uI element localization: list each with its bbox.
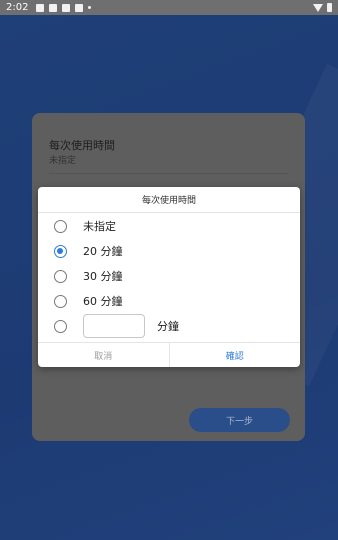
radio-30-min[interactable] <box>54 269 67 283</box>
setting-title[interactable]: 每次使用時間 <box>49 137 115 153</box>
option-20-min[interactable]: 20 分鐘 <box>38 239 300 263</box>
wifi-icon <box>313 3 323 12</box>
radio-20-min[interactable] <box>54 244 67 258</box>
option-custom[interactable]: 分鐘 <box>38 314 300 338</box>
option-label: 20 分鐘 <box>83 245 123 258</box>
next-button[interactable]: 下一步 <box>189 408 290 432</box>
option-30-min[interactable]: 30 分鐘 <box>38 264 300 288</box>
custom-minutes-input[interactable] <box>83 314 145 338</box>
confirm-button[interactable]: 確認 <box>170 343 301 367</box>
custom-unit-label: 分鐘 <box>157 320 179 333</box>
dialog-actions: 取消 確認 <box>38 342 300 367</box>
option-label: 未指定 <box>83 220 116 233</box>
status-time: 2:02 <box>6 2 29 13</box>
youtube-icon <box>75 3 84 12</box>
notification-icons <box>36 3 92 12</box>
option-60-min[interactable]: 60 分鐘 <box>38 289 300 313</box>
sim-icon <box>36 3 45 12</box>
dialog-title: 每次使用時間 <box>38 187 300 213</box>
radio-60-min[interactable] <box>54 294 67 308</box>
cancel-button[interactable]: 取消 <box>38 343 170 367</box>
option-label: 30 分鐘 <box>83 270 123 283</box>
status-bar: 2:02 <box>0 0 338 15</box>
option-label: 60 分鐘 <box>83 295 123 308</box>
divider <box>49 173 288 174</box>
setting-value: 未指定 <box>49 156 77 166</box>
gallery-icon <box>49 3 58 12</box>
option-unspecified[interactable]: 未指定 <box>38 214 300 238</box>
duration-dialog: 每次使用時間 未指定 20 分鐘 30 分鐘 60 分鐘 分鐘 取消 確認 <box>38 187 300 367</box>
radio-custom[interactable] <box>54 319 67 333</box>
battery-icon <box>327 3 332 12</box>
image-icon <box>62 3 71 12</box>
radio-unspecified[interactable] <box>54 219 67 233</box>
more-notifications-icon <box>88 6 92 9</box>
system-icons <box>313 3 332 12</box>
